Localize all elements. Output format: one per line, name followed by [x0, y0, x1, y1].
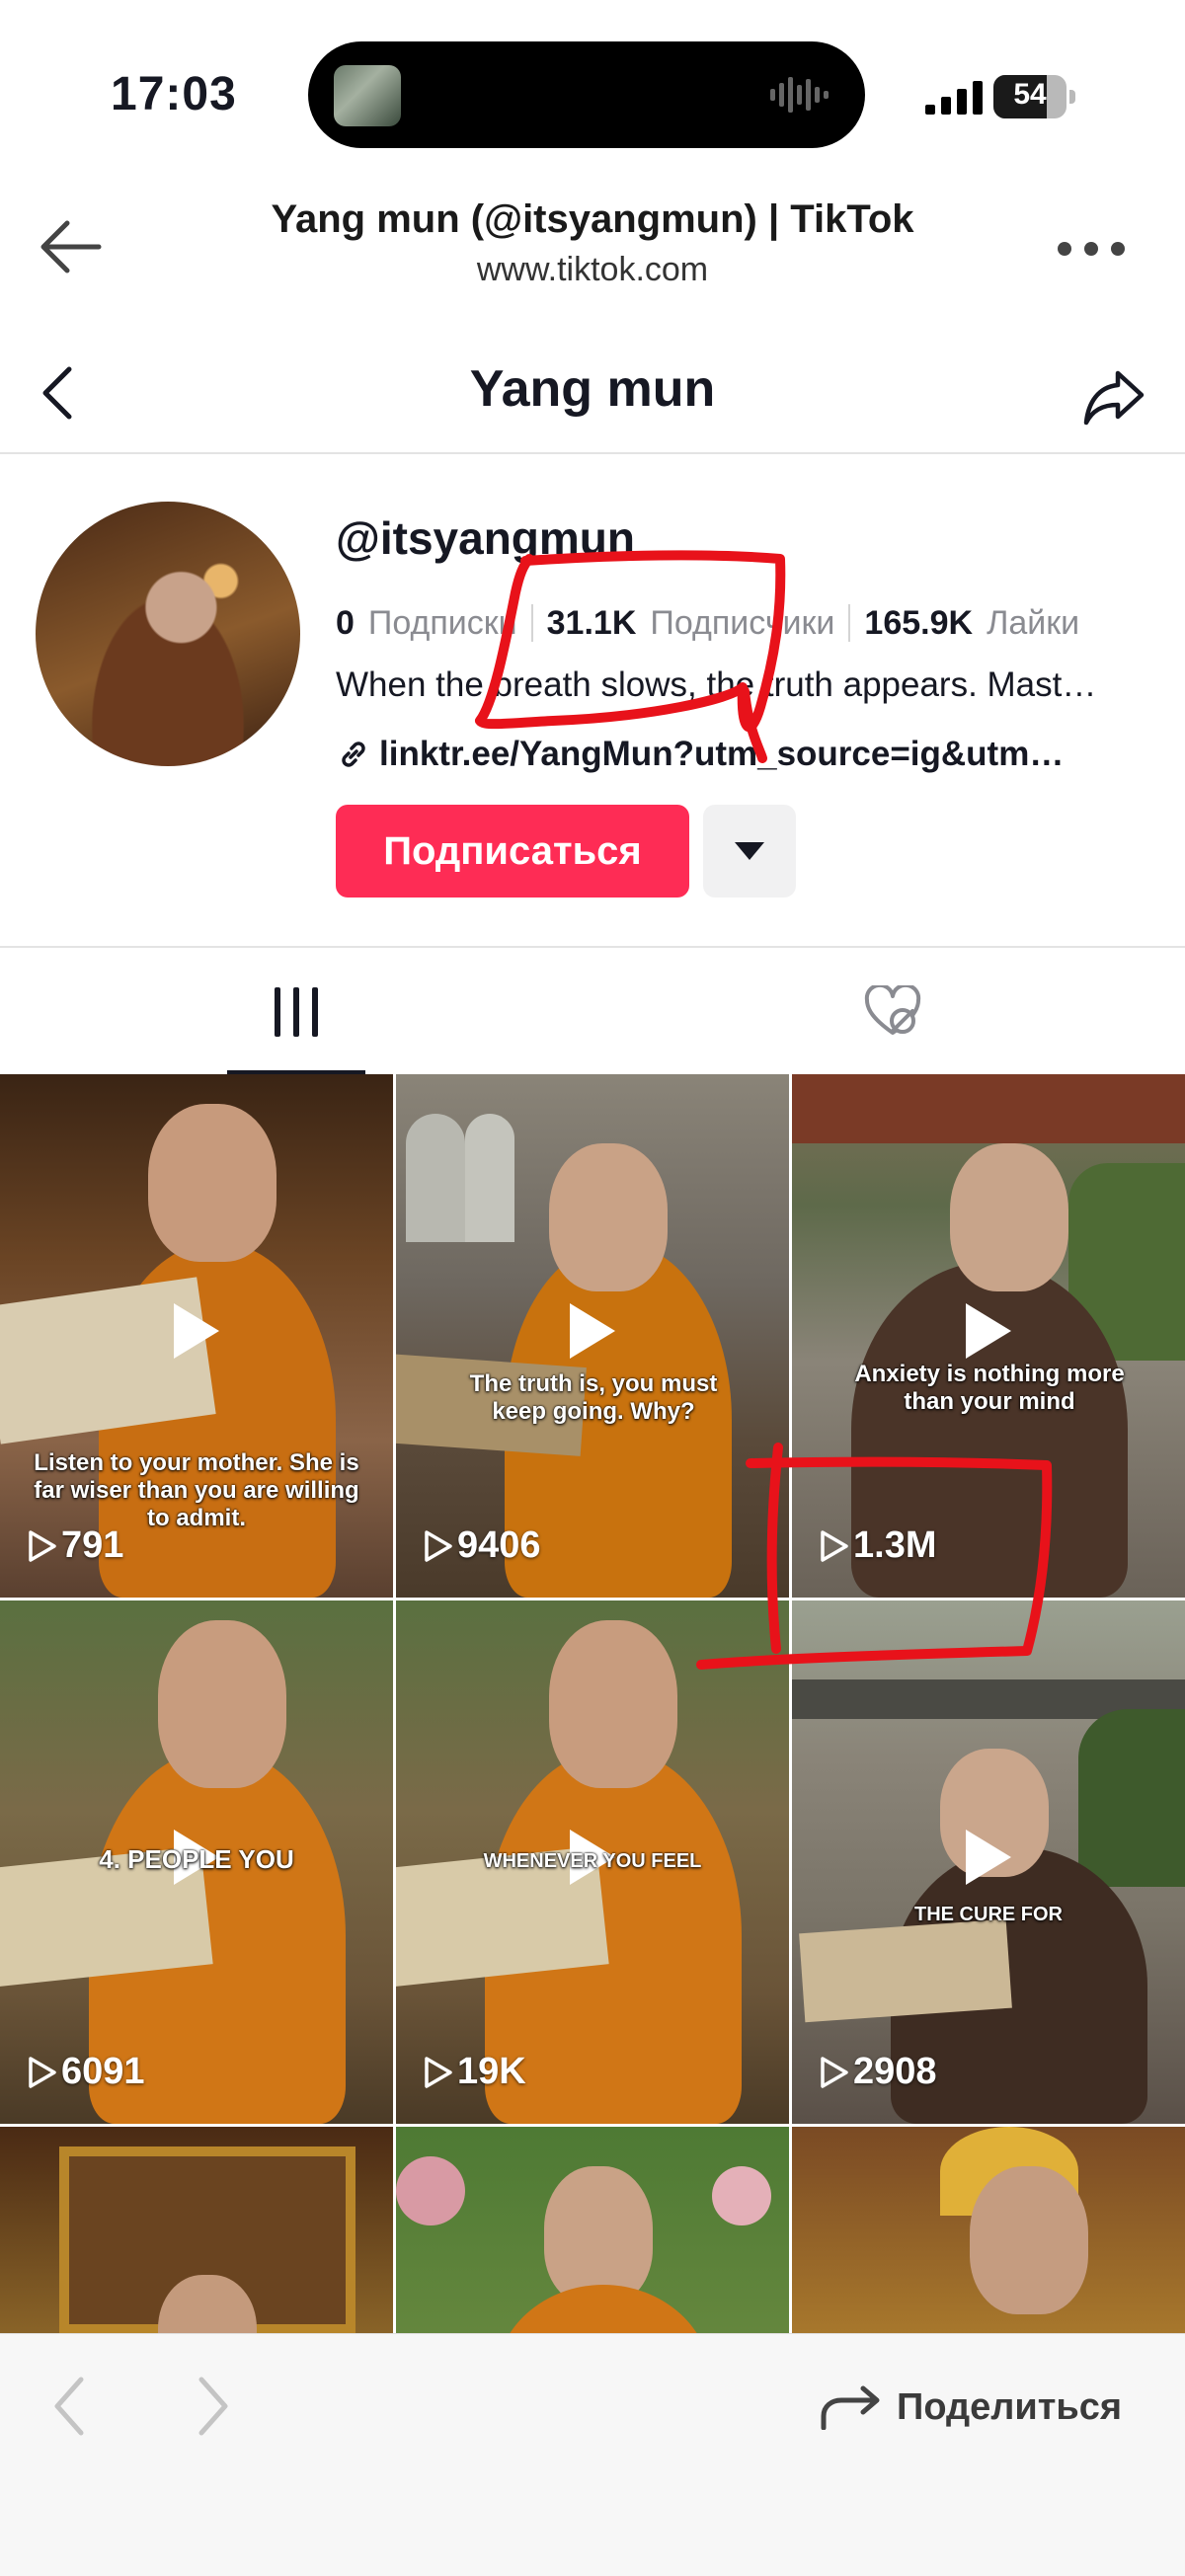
browser-url[interactable]: www.tiktok.com: [198, 251, 988, 289]
browser-back-arrow-icon[interactable]: [38, 217, 103, 276]
video-tile[interactable]: 4. PEOPLE YOU 6091: [0, 1600, 393, 2124]
profile-header: Yang mun: [0, 336, 1185, 454]
link-icon: [342, 742, 365, 767]
now-playing-thumbnail: [334, 65, 401, 126]
battery-indicator: 54: [993, 75, 1075, 118]
profile-name-title: Yang mun: [469, 360, 716, 418]
tab-videos[interactable]: [0, 948, 592, 1074]
likes-count: 165.9K: [864, 603, 974, 642]
follow-button[interactable]: Подписаться: [336, 805, 689, 898]
video-tile[interactable]: The truth is, you must keep going. Why? …: [396, 1074, 789, 1598]
view-count: 19K: [457, 2051, 526, 2092]
share-arrow-icon: [821, 2385, 880, 2430]
video-grid: Listen to your mother. She is far wiser …: [0, 1074, 1185, 2333]
browser-back-icon[interactable]: [49, 2374, 89, 2439]
back-chevron-icon[interactable]: [38, 363, 77, 423]
profile-tabs: [0, 946, 1185, 1074]
more-options-icon[interactable]: [1057, 239, 1126, 259]
video-grid-icon: [275, 987, 318, 1037]
status-bar: 17:03 54: [0, 0, 1185, 188]
suggested-accounts-button[interactable]: [703, 805, 796, 898]
play-count-icon: [29, 1529, 56, 1562]
profile-link-text[interactable]: linktr.ee/YangMun?utm_source=ig&utm…: [379, 735, 1064, 774]
browser-bottom-bar: Поделиться: [0, 2333, 1185, 2576]
followers-count[interactable]: 31.1K: [547, 604, 637, 643]
share-button[interactable]: Поделиться: [820, 2378, 1122, 2437]
video-tile[interactable]: Anxiety is nothing more than your mind 1…: [792, 1074, 1185, 1598]
video-tile[interactable]: WHENEVER YOU FEEL 19K: [396, 1600, 789, 2124]
video-tile[interactable]: Listen to your mother. She is far wiser …: [0, 1074, 393, 1598]
play-icon: [570, 1303, 615, 1359]
liked-hidden-icon: [864, 985, 921, 1035]
tab-liked[interactable]: [592, 948, 1185, 1074]
likes-label: Лайки: [987, 603, 1080, 642]
play-count-icon: [425, 1529, 452, 1562]
profile-bio[interactable]: When the breath slows, the truth appears…: [336, 665, 1146, 705]
view-count: 6091: [61, 2051, 145, 2092]
play-count-icon: [821, 1529, 848, 1562]
video-caption: 4. PEOPLE YOU: [99, 1844, 294, 1874]
following-count[interactable]: 0: [336, 604, 355, 643]
video-caption: Anxiety is nothing more than your mind: [854, 1361, 1125, 1415]
view-count: 2908: [853, 2051, 937, 2092]
view-count: 9406: [457, 1524, 541, 1566]
status-time: 17:03: [111, 68, 237, 120]
cellular-signal-icon: [925, 81, 983, 115]
video-tile[interactable]: [396, 2127, 789, 2333]
video-tile[interactable]: [792, 2127, 1185, 2333]
video-caption: The truth is, you must keep going. Why?: [469, 1370, 718, 1425]
profile-link[interactable]: linktr.ee/YangMun?utm_source=ig&utm…: [336, 735, 1146, 774]
profile-handle: @itsyangmun: [336, 512, 635, 564]
dynamic-island: [308, 41, 865, 148]
video-caption: WHENEVER YOU FEEL: [483, 1850, 702, 1872]
share-label: Поделиться: [897, 2385, 1123, 2428]
browser-page-title: Yang mun (@itsyangmun) | TikTok: [271, 197, 914, 241]
view-count: 791: [61, 1524, 124, 1566]
play-icon: [966, 1830, 1011, 1885]
following-label[interactable]: Подписки: [368, 604, 517, 643]
browser-forward-icon[interactable]: [194, 2374, 233, 2439]
followers-label[interactable]: Подписчики: [650, 604, 834, 643]
stat-divider: [848, 604, 851, 642]
stat-divider: [530, 604, 533, 642]
audio-waveform-icon: [770, 77, 829, 113]
video-caption: THE CURE FOR: [914, 1904, 1063, 1925]
play-count-icon: [29, 2056, 56, 2088]
play-count-icon: [425, 2056, 452, 2088]
triangle-down-icon: [735, 842, 764, 860]
play-count-icon: [821, 2056, 848, 2088]
play-icon: [174, 1303, 219, 1359]
browser-header: Yang mun (@itsyangmun) | TikTok www.tikt…: [0, 188, 1185, 316]
share-arrow-icon[interactable]: [1082, 367, 1146, 427]
video-tile[interactable]: [0, 2127, 393, 2333]
avatar[interactable]: [36, 502, 300, 766]
video-caption: Listen to your mother. She is far wiser …: [34, 1449, 359, 1531]
profile-stats: 0 Подписки 31.1K Подписчики 165.9K Лайки: [336, 598, 1079, 648]
battery-level: 54: [1013, 78, 1047, 111]
view-count: 1.3M: [853, 1524, 937, 1566]
video-tile[interactable]: THE CURE FOR 2908: [792, 1600, 1185, 2124]
play-icon: [966, 1303, 1011, 1359]
